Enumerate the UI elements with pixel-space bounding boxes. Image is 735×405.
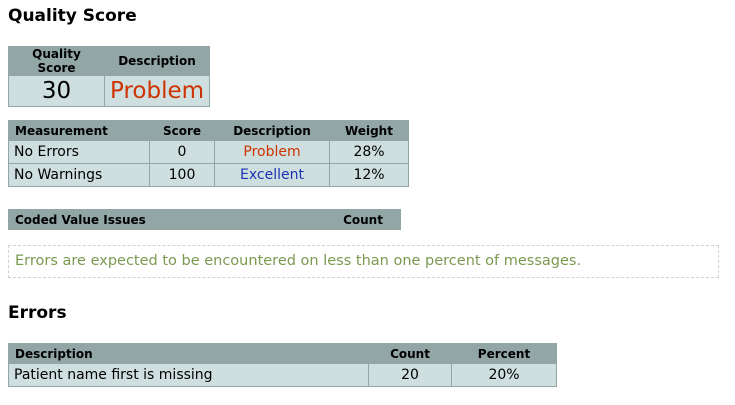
quality-summary-table: Quality Score Description 30 Problem xyxy=(8,46,211,107)
quality-score-value: 30 xyxy=(8,75,105,107)
col-percent: Percent xyxy=(451,343,557,364)
table-row: Patient name first is missing 20 20% xyxy=(8,363,557,387)
col-quality-score: Quality Score xyxy=(8,46,105,76)
errors-table: Description Count Percent Patient name f… xyxy=(8,343,557,387)
error-description: Patient name first is missing xyxy=(8,363,369,387)
col-score: Score xyxy=(149,120,215,141)
quality-score-heading: Quality Score xyxy=(8,6,137,26)
col-count: Count xyxy=(325,209,401,230)
table-row: No Errors 0 Problem 28% xyxy=(8,140,409,164)
quality-note: Errors are expected to be encountered on… xyxy=(8,245,719,278)
col-weight: Weight xyxy=(329,120,409,141)
table-row: No Warnings 100 Excellent 12% xyxy=(8,163,409,187)
measurement-name: No Errors xyxy=(8,140,150,164)
col-count: Count xyxy=(368,343,452,364)
measurement-score: 0 xyxy=(149,140,215,164)
measurement-score: 100 xyxy=(149,163,215,187)
measurements-table: Measurement Score Description Weight No … xyxy=(8,120,409,187)
quality-score-description: Problem xyxy=(103,75,211,107)
col-measurement: Measurement xyxy=(8,120,150,141)
col-coded-value-issues: Coded Value Issues xyxy=(8,209,326,230)
col-description: Description xyxy=(214,120,330,141)
errors-heading: Errors xyxy=(8,303,67,323)
coded-value-issues-table: Coded Value Issues Count xyxy=(8,209,401,230)
measurement-description: Problem xyxy=(214,140,330,164)
measurement-weight: 12% xyxy=(329,163,409,187)
measurement-weight: 28% xyxy=(329,140,409,164)
col-description: Description xyxy=(8,343,369,364)
error-percent: 20% xyxy=(451,363,557,387)
measurement-name: No Warnings xyxy=(8,163,150,187)
error-count: 20 xyxy=(368,363,452,387)
col-description: Description xyxy=(103,46,211,76)
measurement-description: Excellent xyxy=(214,163,330,187)
